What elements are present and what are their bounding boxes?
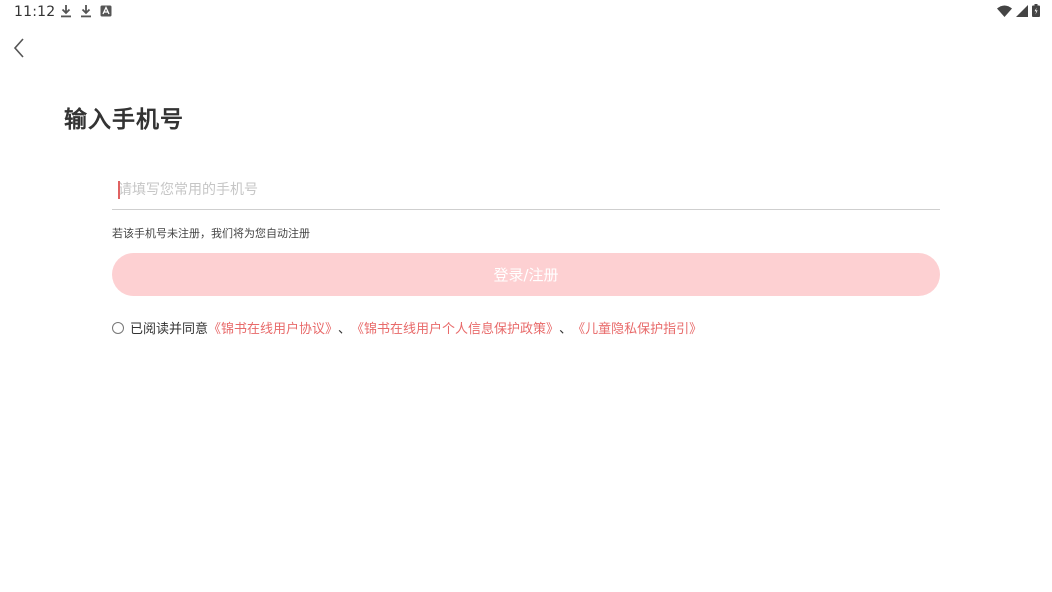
privacy-policy-link[interactable]: 《锦书在线用户个人信息保护政策》 (351, 318, 559, 337)
status-bar: 11:12 (0, 0, 1052, 24)
status-icons-right (997, 4, 1040, 17)
battery-icon (1032, 4, 1040, 17)
status-icons-left (60, 4, 112, 18)
chevron-left-icon (12, 37, 26, 63)
agreement-row: 已阅读并同意 《锦书在线用户协议》 、 《锦书在线用户个人信息保护政策》 、 《… (112, 318, 702, 337)
signal-icon (1016, 4, 1028, 17)
wifi-icon (997, 5, 1012, 17)
status-time: 11:12 (14, 4, 56, 20)
phone-input[interactable] (112, 172, 940, 208)
child-privacy-link[interactable]: 《儿童隐私保护指引》 (572, 318, 702, 337)
user-agreement-link[interactable]: 《锦书在线用户协议》 (208, 318, 338, 337)
download-icon (60, 4, 72, 18)
agreement-separator: 、 (559, 322, 573, 337)
page-title: 输入手机号 (64, 107, 184, 133)
phone-field (112, 172, 940, 210)
register-hint: 若该手机号未注册，我们将为您自动注册 (112, 227, 310, 240)
agreement-separator: 、 (338, 322, 352, 337)
app-notification-icon (100, 5, 112, 17)
download-icon (80, 4, 92, 18)
agreement-radio[interactable] (112, 321, 124, 334)
login-register-button[interactable]: 登录/注册 (112, 253, 940, 296)
agreement-prefix: 已阅读并同意 (130, 322, 209, 337)
text-cursor (118, 181, 120, 199)
back-button[interactable] (6, 36, 32, 64)
